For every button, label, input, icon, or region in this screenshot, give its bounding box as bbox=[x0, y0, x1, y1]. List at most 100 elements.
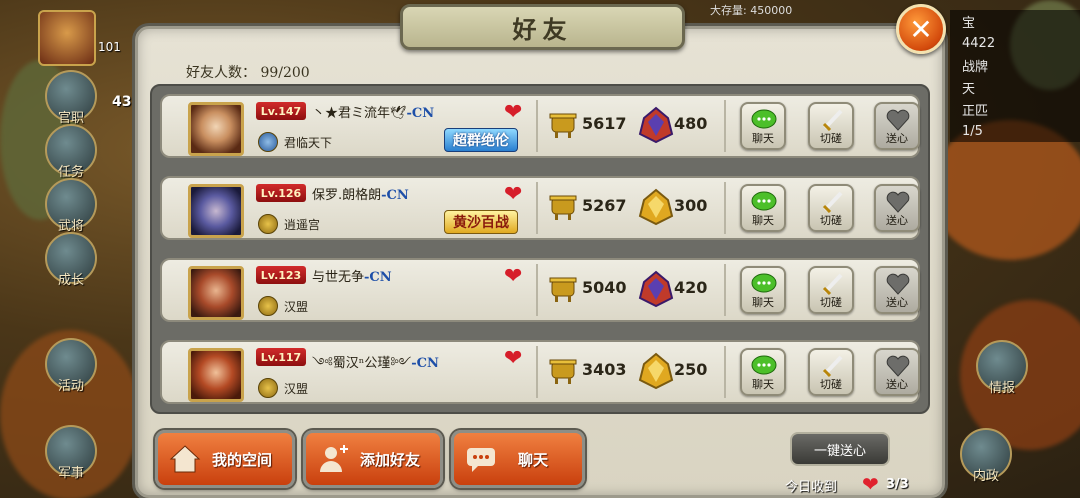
spar-button[interactable]: 切磋 bbox=[808, 102, 854, 150]
friend-count-label: 好友人数： bbox=[186, 65, 256, 81]
friend-name: 与世无争-CN bbox=[312, 270, 392, 285]
spar-button[interactable]: 切磋 bbox=[808, 348, 854, 396]
chat-button[interactable]: 聊天 bbox=[740, 184, 786, 232]
rank-emblem-icon bbox=[638, 352, 674, 390]
chat-button[interactable]: 聊天 bbox=[740, 266, 786, 314]
friend-name: 丶★君ミ流年🕊-CN bbox=[312, 106, 435, 121]
chat-button[interactable]: 聊天 bbox=[740, 348, 786, 396]
side-item-military[interactable]: 军事 bbox=[45, 425, 97, 481]
chat-bubble-icon bbox=[467, 448, 495, 472]
heart-icon: ❤ bbox=[504, 264, 523, 289]
friend-portrait[interactable] bbox=[188, 266, 244, 320]
divider bbox=[724, 264, 726, 316]
house-icon bbox=[169, 445, 201, 473]
friend-portrait[interactable] bbox=[188, 348, 244, 402]
chat-bubble-icon bbox=[751, 109, 777, 129]
guild-icon bbox=[258, 214, 278, 234]
divider bbox=[536, 100, 538, 152]
side-item-events[interactable]: 活动 bbox=[45, 338, 97, 394]
cauldron-icon bbox=[549, 277, 577, 302]
rank-emblem-icon bbox=[638, 106, 674, 144]
friend-list[interactable]: Lv.147 丶★君ミ流年🕊-CN ❤ 君临天下 超群绝伦 5617 480 聊… bbox=[150, 84, 930, 414]
gray-heart-icon bbox=[886, 191, 910, 213]
treasury: 大存量: 450000 bbox=[710, 4, 793, 17]
power-value: 5267 bbox=[582, 196, 627, 215]
gray-heart-icon bbox=[886, 355, 910, 377]
right-stat-2: 4422 bbox=[950, 32, 1080, 54]
side-item-tasks[interactable]: 任务 bbox=[45, 124, 97, 180]
panel-title-plate: 好友 bbox=[400, 4, 685, 50]
divider bbox=[536, 264, 538, 316]
friend-row[interactable]: Lv.147 丶★君ミ流年🕊-CN ❤ 君临天下 超群绝伦 5617 480 聊… bbox=[160, 94, 920, 158]
heart-icon: ❤ bbox=[862, 472, 879, 496]
today-received-count: 3/3 bbox=[886, 477, 909, 492]
spar-button[interactable]: 切磋 bbox=[808, 266, 854, 314]
friend-count-value: 99/200 bbox=[260, 65, 310, 81]
power-value: 5617 bbox=[582, 114, 627, 133]
cauldron-icon bbox=[549, 113, 577, 138]
rank-value: 300 bbox=[674, 196, 708, 215]
level-badge: Lv.147 bbox=[256, 102, 306, 120]
spar-button[interactable]: 切磋 bbox=[808, 184, 854, 232]
send-heart-button[interactable]: 送心 bbox=[874, 184, 920, 232]
rank-value: 480 bbox=[674, 114, 708, 133]
treasury-label: 大存量 bbox=[710, 4, 743, 17]
side-item-generals[interactable]: 武将 bbox=[45, 178, 97, 234]
level-badge: Lv.117 bbox=[256, 348, 306, 366]
right-stat-3: 战牌 bbox=[950, 54, 1080, 76]
right-stat-5: 正匹 bbox=[950, 98, 1080, 120]
chat-bubble-icon bbox=[751, 273, 777, 293]
side-menu: 官职 任务 武将 成长 活动 军事 bbox=[0, 0, 140, 498]
friend-row[interactable]: Lv.117 ༺蜀汉ⁿ公瑾༻-CN ❤ 汉盟 3403 250 聊天 切磋 送心 bbox=[160, 340, 920, 404]
guild-name: 君临天下 bbox=[284, 136, 333, 150]
sword-icon bbox=[822, 191, 843, 214]
friend-row[interactable]: Lv.126 保罗.朗格朗-CN ❤ 逍遥宫 黄沙百战 5267 300 聊天 … bbox=[160, 176, 920, 240]
divider bbox=[536, 182, 538, 234]
friend-name: 保罗.朗格朗-CN bbox=[312, 188, 409, 203]
add-friend-button[interactable]: 添加好友 bbox=[303, 430, 443, 488]
rank-emblem-icon bbox=[638, 188, 674, 226]
my-space-button[interactable]: 我的空间 bbox=[155, 430, 295, 488]
guild-name: 汉盟 bbox=[284, 382, 309, 396]
cauldron-icon bbox=[549, 359, 577, 384]
send-heart-button[interactable]: 送心 bbox=[874, 348, 920, 396]
rank-emblem-icon bbox=[638, 270, 674, 308]
guild-name: 汉盟 bbox=[284, 300, 309, 314]
rank-value: 420 bbox=[674, 278, 708, 297]
friend-count: 好友人数： 99/200 bbox=[186, 62, 310, 82]
sword-icon bbox=[822, 355, 843, 378]
heart-icon: ❤ bbox=[504, 346, 523, 371]
power-value: 5040 bbox=[582, 278, 627, 297]
divider bbox=[724, 182, 726, 234]
friend-row[interactable]: Lv.123 与世无争-CN ❤ 汉盟 5040 420 聊天 切磋 送心 bbox=[160, 258, 920, 322]
one-key-send-button[interactable]: 一键送心 bbox=[790, 432, 890, 466]
guild-icon bbox=[258, 378, 278, 398]
level-badge: Lv.123 bbox=[256, 266, 306, 284]
friend-name: ༺蜀汉ⁿ公瑾༻-CN bbox=[312, 356, 439, 371]
level-badge: Lv.126 bbox=[256, 184, 306, 202]
right-stat-1: 宝 bbox=[950, 10, 1080, 32]
today-received-label: 今日收到 bbox=[785, 480, 838, 495]
chat-main-button[interactable]: 聊天 bbox=[451, 430, 585, 488]
panel-title: 好友 bbox=[512, 14, 573, 44]
guild-icon bbox=[258, 132, 278, 152]
power-value: 3403 bbox=[582, 360, 627, 379]
heart-icon: ❤ bbox=[504, 182, 523, 207]
chat-button[interactable]: 聊天 bbox=[740, 102, 786, 150]
right-stat-6: 1/5 bbox=[950, 120, 1080, 142]
chat-bubble-icon bbox=[751, 355, 777, 375]
send-heart-button[interactable]: 送心 bbox=[874, 102, 920, 150]
friend-portrait[interactable] bbox=[188, 102, 244, 156]
gray-heart-icon bbox=[886, 109, 910, 131]
send-heart-button[interactable]: 送心 bbox=[874, 266, 920, 314]
divider bbox=[536, 346, 538, 398]
side-item-domestic[interactable]: 内政 bbox=[960, 428, 1012, 484]
close-icon[interactable]: ✕ bbox=[896, 4, 946, 54]
side-item-intel[interactable]: 情报 bbox=[976, 340, 1028, 396]
add-user-icon bbox=[320, 445, 348, 472]
side-item-growth[interactable]: 成长 bbox=[45, 232, 97, 288]
friend-portrait[interactable] bbox=[188, 184, 244, 238]
treasury-value: 450000 bbox=[750, 4, 793, 17]
sword-icon bbox=[822, 273, 843, 296]
side-item-official[interactable]: 官职 bbox=[45, 70, 97, 126]
